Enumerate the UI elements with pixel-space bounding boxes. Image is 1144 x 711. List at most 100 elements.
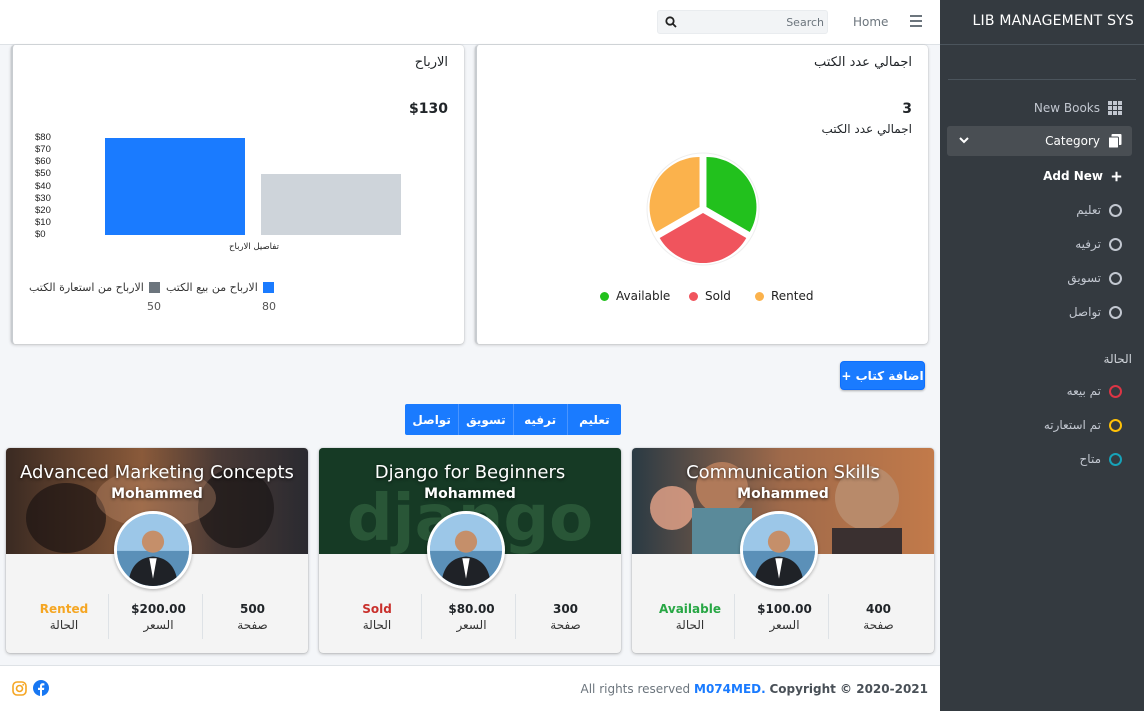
legend-sales[interactable]: الارباح من بيع الكتب xyxy=(166,281,274,294)
instagram-icon[interactable] xyxy=(12,681,27,696)
book-status-label: الحالة xyxy=(49,618,79,632)
book-price-value: $100.00 xyxy=(757,602,812,616)
y-tick-label: $0 xyxy=(35,229,46,240)
author-avatar xyxy=(114,511,192,589)
available-label: Available xyxy=(616,289,671,303)
circle-icon xyxy=(1109,418,1122,432)
pie-legend-available[interactable]: Available xyxy=(600,289,670,303)
book-status-label: الحالة xyxy=(675,618,705,632)
entertainment-label: ترفيه xyxy=(1075,237,1101,251)
book-price-label: السعر xyxy=(456,618,487,632)
books-count-card: اجمالي عدد الكتب 3 اجمالي عدد الكتب Avai… xyxy=(475,45,928,344)
copyright-text: All rights reserved M074MED. Copyright ©… xyxy=(581,682,929,696)
sidebar-item-add-new[interactable]: Add New xyxy=(947,161,1132,191)
search-box[interactable] xyxy=(657,10,828,34)
add-book-button[interactable]: + اضافة كتاب xyxy=(840,361,925,390)
book-status-label: الحالة xyxy=(362,618,392,632)
bar-rent[interactable] xyxy=(261,174,401,235)
category-label: Category xyxy=(1045,134,1100,148)
communication-label: تواصل xyxy=(1068,305,1101,319)
education-label: تعليم xyxy=(1076,203,1101,217)
books-card-title: اجمالي عدد الكتب xyxy=(814,55,912,70)
book-price-value: $200.00 xyxy=(131,602,186,616)
legend-sales-value: 80 xyxy=(262,300,276,313)
tab-education[interactable]: تعليم xyxy=(566,404,621,435)
circle-icon xyxy=(1109,271,1122,285)
sidebar-item-entertainment[interactable]: ترفيه xyxy=(947,229,1132,259)
sidebar-item-available[interactable]: متاح xyxy=(947,444,1132,474)
rented-dot xyxy=(755,291,764,301)
y-tick-label: $80 xyxy=(35,132,51,143)
y-tick-label: $10 xyxy=(35,216,51,228)
tab-communication[interactable]: تواصل xyxy=(405,404,458,435)
menu-toggle-icon[interactable] xyxy=(910,15,922,27)
footer-brand-link[interactable]: M074MED. xyxy=(694,682,766,696)
sidebar-brand[interactable]: LIB MANAGEMENT SYS xyxy=(940,0,1144,45)
author-avatar xyxy=(740,511,818,589)
profit-total: $130 xyxy=(409,101,448,117)
book-status-value: Available xyxy=(659,602,721,616)
book-pages-value: 400 xyxy=(865,602,892,616)
top-navbar: Home xyxy=(0,0,940,45)
copy-icon xyxy=(1108,134,1122,148)
sidebar-item-marketing[interactable]: تسويق xyxy=(947,263,1132,293)
search-icon[interactable] xyxy=(665,16,677,28)
book-status-value: Rented xyxy=(39,602,89,616)
book-card[interactable]: Communication Skills Mohammed Available … xyxy=(632,448,934,653)
legend-rent-label: الارباح من استعارة الكتب xyxy=(29,281,144,294)
brand-title: LIB MANAGEMENT SYS xyxy=(972,13,1134,29)
bar-sales[interactable] xyxy=(105,138,245,235)
main-content: Home الارباح $130 $80$70$60$50$40$30$20$… xyxy=(0,0,940,711)
tab-entertainment[interactable]: ترفيه xyxy=(512,404,567,435)
sidebar-item-category[interactable]: Category xyxy=(947,126,1132,156)
book-pages-label: صفحة xyxy=(550,618,581,632)
sidebar-item-sold[interactable]: تم بيعه xyxy=(947,376,1132,406)
profit-chart-x-label: تفاصيل الارباح xyxy=(229,242,279,252)
legend-rent[interactable]: الارباح من استعارة الكتب xyxy=(29,281,160,294)
book-price-value: $80.00 xyxy=(448,602,495,616)
sidebar-divider xyxy=(948,79,1136,80)
pie-legend-sold[interactable]: Sold xyxy=(689,289,731,303)
add-new-label: Add New xyxy=(1043,169,1103,183)
book-card[interactable]: Advanced Marketing Concepts Mohammed Ren… xyxy=(6,448,308,653)
sidebar: LIB MANAGEMENT SYS New Books Category Ad… xyxy=(940,0,1144,711)
books-card-subtitle: اجمالي عدد الكتب xyxy=(821,122,912,136)
circle-icon xyxy=(1109,203,1122,217)
new-books-label: New Books xyxy=(1033,101,1100,115)
book-price-label: السعر xyxy=(769,618,800,632)
rented-label: Rented xyxy=(771,289,814,303)
book-title: Django for Beginners xyxy=(374,462,566,483)
sold-label: Sold xyxy=(705,289,731,303)
book-pages-value: 300 xyxy=(552,602,579,616)
y-tick-label: $20 xyxy=(35,204,51,216)
y-tick-label: $40 xyxy=(35,180,51,192)
sidebar-item-communication[interactable]: تواصل xyxy=(947,297,1132,327)
search-input[interactable] xyxy=(682,13,824,31)
book-pages: 400 صفحة xyxy=(828,594,928,639)
sidebar-item-rented[interactable]: تم استعارته xyxy=(947,410,1132,440)
books-total: 3 xyxy=(902,101,912,117)
tab-marketing[interactable]: تسويق xyxy=(458,404,512,435)
book-card[interactable]: django Django for Beginners Mohammed Sol… xyxy=(319,448,621,653)
book-title: Advanced Marketing Concepts xyxy=(20,462,294,483)
profit-card: الارباح $130 $80 $70 $60 $50 $40 $30 $20 $10 $0 … xyxy=(11,45,464,344)
book-pages-value: 500 xyxy=(239,602,266,616)
legend-sales-swatch xyxy=(262,282,274,293)
facebook-icon[interactable] xyxy=(33,680,49,696)
sidebar-item-education[interactable]: تعليم xyxy=(947,195,1132,225)
circle-icon xyxy=(1109,305,1122,319)
book-pages: 300 صفحة xyxy=(515,594,615,639)
book-price: $80.00 السعر xyxy=(421,594,521,639)
rented-status-label: تم استعارته xyxy=(1043,418,1101,432)
books-pie-chart xyxy=(646,152,760,266)
legend-sales-label: الارباح من بيع الكتب xyxy=(166,281,258,294)
pie-legend-rented[interactable]: Rented xyxy=(755,289,814,303)
circle-icon xyxy=(1109,237,1122,251)
home-link[interactable]: Home xyxy=(853,15,888,29)
category-tabs: تواصل تسويق ترفيه تعليم xyxy=(405,404,621,435)
book-status: Available الحالة xyxy=(640,594,740,639)
y-tick-label: $60 xyxy=(35,156,51,168)
book-status-value: Sold xyxy=(362,602,392,616)
grid-icon xyxy=(1108,101,1122,115)
sidebar-item-new-books[interactable]: New Books xyxy=(947,93,1132,123)
